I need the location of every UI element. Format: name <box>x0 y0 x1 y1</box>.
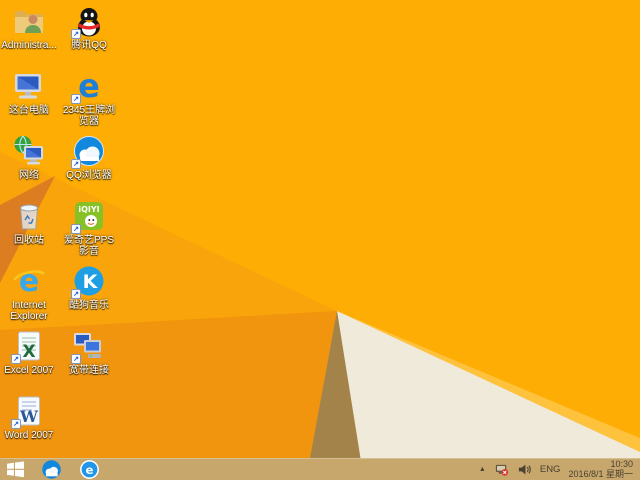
icon-label: Administra... <box>1 40 57 51</box>
word-icon: W ↗ <box>11 394 46 429</box>
icon-label: QQ浏览器 <box>66 170 112 181</box>
shortcut-arrow-icon: ↗ <box>71 29 81 39</box>
shortcut-arrow-icon: ↗ <box>71 289 81 299</box>
desktop-icon-kugou-music[interactable]: K ↗ 酷狗音乐 <box>62 264 116 329</box>
clock-time: 10:30 <box>610 459 633 469</box>
iqiyi-pps-icon: iQIYI ↗ <box>71 199 106 234</box>
icon-label: 网络 <box>19 170 39 181</box>
qq-browser-cloud-icon <box>41 459 62 480</box>
shortcut-arrow-icon: ↗ <box>71 224 81 234</box>
network-icon <box>12 134 46 168</box>
taskbar: e ▲ ENG 10:30 2016/8/1 星期一 <box>0 458 640 480</box>
windows-logo-icon <box>7 460 24 478</box>
kugou-k-icon: K ↗ <box>71 264 106 299</box>
icon-label: 回收站 <box>14 235 44 246</box>
desktop-icon-broadband-connection[interactable]: ↗ 宽带连接 <box>62 329 116 394</box>
desktop-icon-tencent-qq[interactable]: ↗ 腾讯QQ <box>62 4 116 69</box>
svg-text:K: K <box>83 271 99 293</box>
taskbar-left: e <box>0 458 100 480</box>
broadband-connection-icon: ↗ <box>71 329 106 364</box>
shortcut-arrow-icon: ↗ <box>11 419 21 429</box>
desktop-icon-grid: Administra... 这台电脑 网络 回收站 e Internet Exp… <box>1 4 116 459</box>
blue-e-browser-icon: e <box>79 459 100 480</box>
this-pc-icon <box>12 69 46 103</box>
svg-text:W: W <box>19 407 39 426</box>
desktop-icon-qq-browser[interactable]: ↗ QQ浏览器 <box>62 134 116 199</box>
svg-text:e: e <box>19 264 39 298</box>
taskbar-e-browser-button[interactable]: e <box>79 458 100 480</box>
icon-label: 酷狗音乐 <box>69 300 109 311</box>
clock-date: 2016/8/1 星期一 <box>568 469 633 479</box>
icon-label: 爱奇艺PPS影音 <box>63 235 114 257</box>
icon-label: 腾讯QQ <box>71 40 107 51</box>
desktop-icon-network[interactable]: 网络 <box>2 134 56 199</box>
language-indicator[interactable]: ENG <box>540 464 561 475</box>
desktop-icon-administrator[interactable]: Administra... <box>1 4 57 69</box>
desktop-icon-internet-explorer[interactable]: e Internet Explorer <box>2 264 56 329</box>
icon-label: 宽带连接 <box>69 365 109 376</box>
svg-text:X: X <box>22 342 35 362</box>
desktop-icon-this-pc[interactable]: 这台电脑 <box>2 69 56 134</box>
icon-column-2: ↗ 腾讯QQ e ↗ 2345王牌浏览器 ↗ QQ浏览器 iQIYI ↗ 爱奇艺… <box>62 4 116 394</box>
network-disconnected-icon[interactable] <box>494 462 509 477</box>
desktop-icon-recycle-bin[interactable]: 回收站 <box>2 199 56 264</box>
desktop-icon-word-2007[interactable]: W ↗ Word 2007 <box>2 394 56 459</box>
start-button[interactable] <box>7 458 24 480</box>
excel-icon: X ↗ <box>11 329 46 364</box>
icon-label: Internet Explorer <box>10 300 48 322</box>
system-tray: ▲ ENG 10:30 2016/8/1 星期一 <box>479 458 640 480</box>
taskbar-qq-browser-button[interactable] <box>41 458 62 480</box>
show-hidden-icons-button[interactable]: ▲ <box>479 466 486 473</box>
speaker-icon[interactable] <box>517 462 532 477</box>
svg-text:iQIYI: iQIYI <box>78 205 99 214</box>
shortcut-arrow-icon: ↗ <box>71 94 81 104</box>
desktop[interactable]: Administra... 这台电脑 网络 回收站 e Internet Exp… <box>0 0 640 480</box>
taskbar-clock[interactable]: 10:30 2016/8/1 星期一 <box>568 459 633 479</box>
svg-text:e: e <box>86 462 94 476</box>
icon-label: 这台电脑 <box>9 105 49 116</box>
shortcut-arrow-icon: ↗ <box>11 354 21 364</box>
recycle-bin-icon <box>12 199 46 233</box>
desktop-icon-excel-2007[interactable]: X ↗ Excel 2007 <box>2 329 56 394</box>
shortcut-arrow-icon: ↗ <box>71 354 81 364</box>
qq-browser-cloud-icon: ↗ <box>71 134 106 169</box>
internet-explorer-icon: e <box>12 264 46 298</box>
icon-label: 2345王牌浏览器 <box>62 105 116 127</box>
svg-text:e: e <box>78 69 100 103</box>
shortcut-arrow-icon: ↗ <box>71 159 81 169</box>
desktop-icon-2345-browser[interactable]: e ↗ 2345王牌浏览器 <box>62 69 116 134</box>
desktop-icon-iqiyi-pps[interactable]: iQIYI ↗ 爱奇艺PPS影音 <box>62 199 116 264</box>
qq-penguin-icon: ↗ <box>71 4 106 39</box>
icon-label: Excel 2007 <box>4 365 54 376</box>
user-folder-icon <box>12 4 46 38</box>
icon-label: Word 2007 <box>4 430 54 441</box>
icon-column-1: Administra... 这台电脑 网络 回收站 e Internet Exp… <box>1 4 57 459</box>
blue-e-browser-icon: e ↗ <box>71 69 106 104</box>
